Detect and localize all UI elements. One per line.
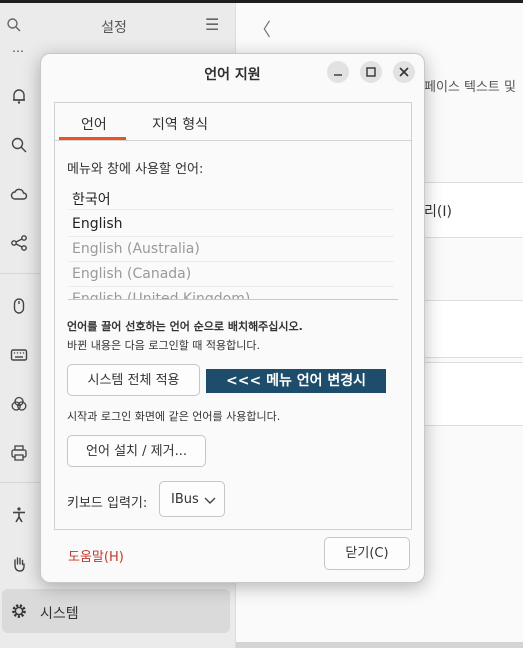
help-button[interactable]: 도움말(H): [68, 546, 124, 565]
tab-regional-formats[interactable]: 지역 형식: [152, 114, 208, 134]
content-description: 페이스 텍스트 및: [424, 80, 516, 95]
color-icon: [11, 396, 27, 411]
hand-icon: [14, 557, 25, 572]
drag-hint: 언어를 끌어 선호하는 언어 순으로 배치해주십시오.: [67, 320, 303, 333]
chevron-down-icon: [204, 497, 216, 504]
login-screen-hint: 시작과 로그인 화면에 같은 언어를 사용합니다.: [67, 410, 281, 423]
language-name: English (Canada): [72, 266, 192, 282]
search-icon: [11, 137, 27, 153]
content-row[interactable]: [424, 300, 523, 358]
annotation-label: <<< 메뉴 언어 변경시: [206, 369, 386, 393]
horizontal-scrollbar[interactable]: [236, 642, 523, 648]
sidebar-item-label: 시스템: [40, 606, 79, 622]
minimize-button[interactable]: [327, 61, 349, 83]
install-remove-languages-button[interactable]: 언어 설치 / 제거...: [67, 435, 206, 467]
keyboard-input-label: 키보드 입력기:: [67, 496, 148, 511]
accessibility-icon: [13, 507, 25, 523]
tab-bar: 언어 지역 형식: [55, 103, 411, 141]
language-list[interactable]: 한국어 English English (Australia) English …: [68, 184, 398, 300]
apply-hint: 바뀐 내용은 다음 로그인할 때 적용합니다.: [67, 339, 261, 352]
sidebar-item-system[interactable]: 시스템: [2, 589, 230, 633]
sidebar-title: 설정: [101, 20, 127, 36]
close-window-button[interactable]: [393, 61, 415, 83]
maximize-icon: [366, 67, 376, 77]
language-support-dialog: 언어 지원 언어 지역 형식 메뉴와 창에 사용할 언어: 한국어 Englis…: [40, 53, 425, 583]
keyboard-input-select[interactable]: IBus: [159, 481, 225, 517]
gear-icon: [12, 604, 26, 618]
keyboard-icon: [10, 349, 28, 361]
dots-icon: …: [12, 41, 24, 55]
printer-icon: [11, 445, 27, 461]
language-list-divider: [68, 299, 398, 300]
language-item[interactable]: English (Australia): [68, 236, 394, 262]
content-row-label: 리(I): [424, 204, 452, 220]
minimize-icon: [334, 74, 342, 76]
language-name: English: [72, 216, 123, 232]
back-chevron-icon[interactable]: 〈: [253, 16, 271, 42]
language-item[interactable]: 한국어: [68, 184, 394, 210]
language-list-caption: 메뉴와 창에 사용할 언어:: [67, 162, 204, 177]
share-icon: [11, 235, 27, 251]
mouse-icon: [13, 298, 25, 314]
tab-language[interactable]: 언어: [81, 114, 107, 134]
close-icon: [399, 67, 409, 77]
language-name: English (Australia): [72, 241, 200, 257]
bell-icon: [13, 89, 25, 104]
keyboard-input-value: IBus: [171, 492, 199, 507]
tab-panel: 언어 지역 형식 메뉴와 창에 사용할 언어: 한국어 English Engl…: [54, 102, 412, 530]
language-name: 한국어: [72, 192, 111, 208]
language-item[interactable]: English: [68, 211, 394, 237]
content-row[interactable]: [424, 362, 523, 426]
language-item[interactable]: English (Canada): [68, 261, 394, 287]
content-row[interactable]: 리(I): [424, 182, 523, 238]
close-button[interactable]: 닫기(C): [324, 537, 410, 570]
apply-system-wide-button[interactable]: 시스템 전체 적용: [67, 364, 200, 396]
language-item[interactable]: English (United Kingdom): [68, 286, 394, 300]
active-tab-indicator: [59, 137, 126, 140]
hamburger-menu-icon[interactable]: ☰: [205, 15, 219, 34]
cloud-icon: [10, 188, 28, 200]
maximize-button[interactable]: [360, 61, 382, 83]
